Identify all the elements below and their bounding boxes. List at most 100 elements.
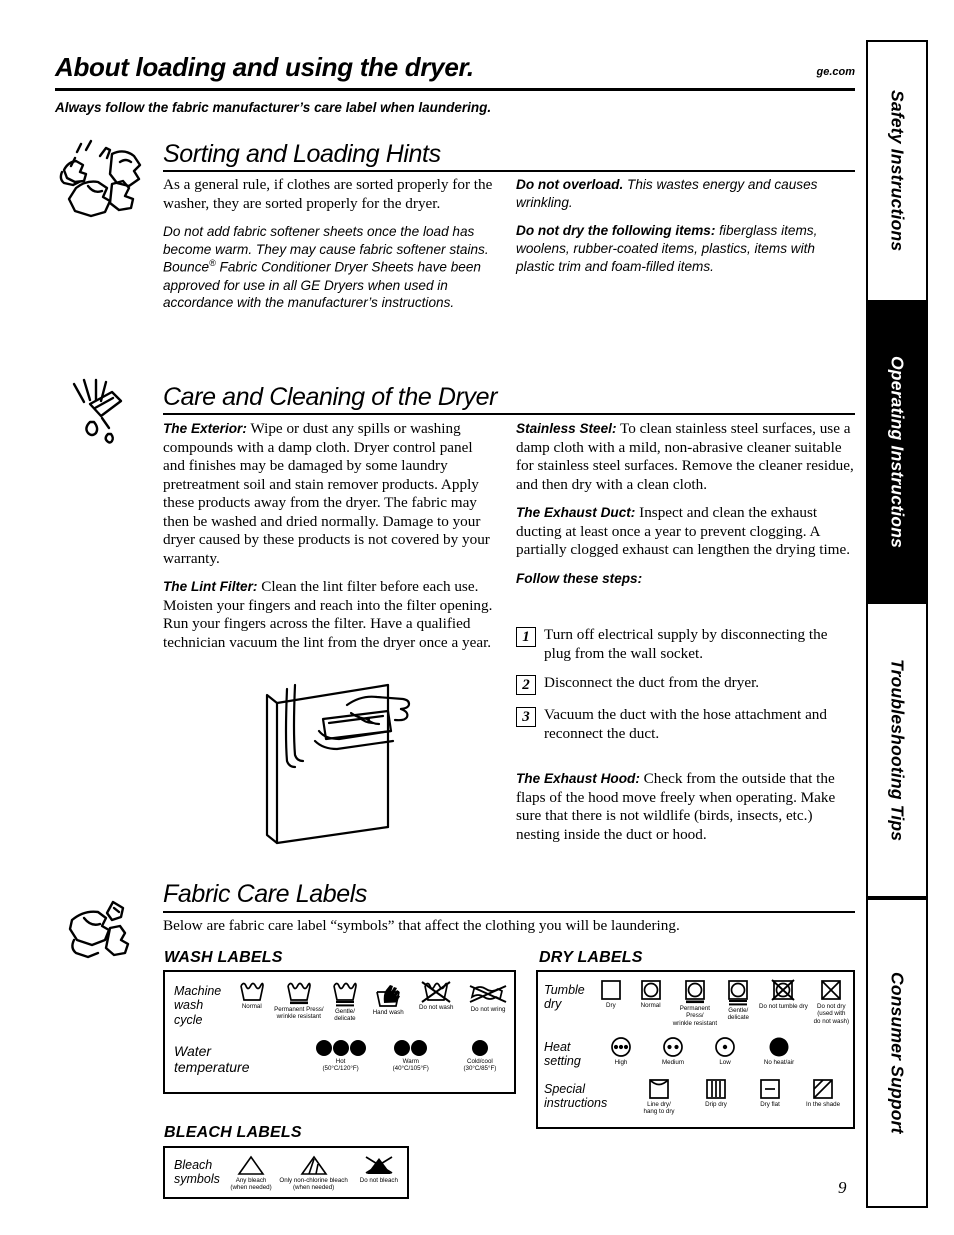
do-not-bleach-icon-cell: Do not bleach [351, 1154, 407, 1184]
icon-caption: High [614, 1058, 628, 1066]
section-tabs-sidebar: Safety Instructions Operating Instructio… [866, 40, 928, 1208]
sidebar-tab-label: Troubleshooting Tips [887, 658, 908, 842]
tumble-dry-label: Tumble dry [544, 983, 585, 1012]
bleach-symbols-label: Bleach symbols [174, 1158, 220, 1187]
step-text: Vacuum the duct with the hose attachment… [544, 706, 827, 742]
step-number: 1 [516, 627, 536, 647]
no-heat-air-icon-cell: No heat/air [750, 1036, 808, 1066]
care-section-divider [163, 413, 855, 415]
icon-caption: Only non-chlorine bleach (when needed) [279, 1177, 348, 1192]
follow-these-steps-label: Follow these steps: [516, 570, 643, 586]
care-left-column: The Exterior: Wipe or dust any spills or… [163, 420, 495, 663]
sidebar-tab-label: Operating Instructions [887, 355, 908, 549]
fabric-section-divider [163, 911, 855, 913]
exhaust-hood-block: The Exhaust Hood: Check from the outside… [516, 770, 856, 854]
wash-tub-icon-cell: Normal [230, 980, 274, 1010]
list-item: 2 Disconnect the duct from the dryer. [516, 674, 856, 696]
bleach-symbols-row: Bleach symbols Any bleach (when needed) … [165, 1148, 407, 1192]
page-subheading: Always follow the fabric manufacturer’s … [55, 100, 492, 115]
water-temperature-row: Water temperature Hot (50°C/120°F) Warm … [165, 1027, 514, 1075]
icon-caption: In the shade [805, 1100, 841, 1108]
stainless-steel-lead: Stainless Steel: [516, 421, 617, 436]
do-not-dry-lead: Do not dry the following items: [516, 223, 716, 239]
dryer-lint-filter-illustration [255, 675, 505, 860]
list-item: 3 Vacuum the duct with the hose attachme… [516, 706, 856, 743]
sidebar-tab-operating-instructions[interactable]: Operating Instructions [866, 302, 928, 602]
fabric-section-title: Fabric Care Labels [163, 880, 368, 908]
dry-labels-panel: Tumble dry Dry Normal Permanent Press/ w… [536, 970, 855, 1129]
stainless-steel-paragraph: Stainless Steel: To clean stainless stee… [516, 420, 856, 494]
do-not-wring-icon-cell: Do not wring [462, 980, 514, 1013]
any-bleach-icon-cell: Any bleach (when needed) [226, 1154, 277, 1192]
heat-setting-row: Heat setting High Medium Low No heat/air [538, 1027, 853, 1069]
do-not-tumble-dry-icon-cell: Do not tumble dry [757, 979, 809, 1010]
step-text: Disconnect the duct from the dryer. [544, 674, 760, 692]
dry-labels-heading: DRY LABELS [539, 949, 643, 966]
spray-cleaning-icon [62, 378, 146, 462]
sidebar-tab-label: Safety Instructions [887, 90, 908, 252]
bleach-labels-panel: Bleach symbols Any bleach (when needed) … [163, 1146, 409, 1199]
warm-temperature-cell: Warm (40°C/105°F) [376, 1039, 446, 1073]
circle-square-bar-icon-cell: Permanent Press/ wrinkle resistant [670, 979, 719, 1027]
icon-caption: Cold/cool (30°C/85°F) [463, 1058, 497, 1073]
care-right-column: Stainless Steel: To clean stainless stee… [516, 420, 856, 598]
icon-caption: Line dry/ hang to dry [643, 1100, 675, 1115]
icon-caption: No heat/air [763, 1058, 795, 1066]
water-temperature-label: Water temperature [174, 1043, 250, 1076]
exhaust-duct-lead: The Exhaust Duct: [516, 505, 636, 521]
step-number: 2 [516, 675, 536, 696]
step-number: 3 [516, 707, 536, 728]
lint-filter-paragraph: The Lint Filter: Clean the lint filter b… [163, 578, 495, 652]
registered-mark: ® [209, 258, 216, 269]
fabric-intro-text: Below are fabric care label “symbols” th… [163, 917, 680, 934]
icon-caption: Drip dry [705, 1100, 727, 1108]
sidebar-tab-safety-instructions[interactable]: Safety Instructions [866, 40, 928, 302]
icon-caption: Hot (50°C/120°F) [322, 1058, 359, 1073]
icon-caption: Hand wash [372, 1009, 404, 1016]
special-instructions-row: Special instructions Line dry/ hang to d… [538, 1069, 853, 1116]
exterior-paragraph: The Exterior: Wipe or dust any spills or… [163, 420, 495, 568]
header-divider [55, 88, 855, 91]
machine-wash-cycle-label: Machine wash cycle [174, 984, 222, 1027]
sorting-paragraph-general: As a general rule, if clothes are sorted… [163, 176, 493, 212]
circle-in-square-icon-cell: Normal [631, 979, 671, 1009]
sorting-section-title: Sorting and Loading Hints [163, 140, 441, 168]
sorting-paragraph-softener: Do not add fabric softener sheets once t… [163, 223, 495, 312]
sorting-left-column: As a general rule, if clothes are sorted… [163, 176, 495, 323]
care-section-title: Care and Cleaning of the Dryer [163, 383, 498, 411]
sidebar-tab-troubleshooting-tips[interactable]: Troubleshooting Tips [866, 602, 928, 898]
wash-labels-heading: WASH LABELS [164, 949, 283, 966]
step-text: Turn off electrical supply by disconnect… [544, 626, 828, 662]
icon-caption: Do not tumble dry [759, 1003, 808, 1010]
heat-setting-label: Heat setting [544, 1039, 581, 1069]
icon-caption: Normal [640, 1002, 661, 1009]
icon-caption: Dry flat [760, 1100, 780, 1108]
icon-caption: Warm (40°C/105°F) [392, 1058, 429, 1073]
sidebar-tab-label: Consumer Support [887, 972, 908, 1134]
sidebar-tab-consumer-support[interactable]: Consumer Support [866, 898, 928, 1208]
icon-caption: Do not wring [470, 1006, 506, 1013]
exterior-body: Wipe or dust any spills or washing compo… [163, 420, 490, 567]
sorting-right-column: Do not overload. This wastes energy and … [516, 176, 856, 286]
icon-caption: Permanent Press/ wrinkle resistant [274, 1006, 324, 1021]
special-instructions-label: Special instructions [544, 1081, 608, 1111]
icon-caption: Do not bleach [359, 1177, 398, 1184]
lint-filter-lead: The Lint Filter: [163, 579, 258, 595]
icon-caption: Any bleach (when needed) [230, 1177, 272, 1192]
page-number: 9 [838, 1178, 847, 1197]
exterior-lead: The Exterior: [163, 421, 247, 436]
list-item: 1 Turn off electrical supply by disconne… [516, 626, 856, 663]
bleach-labels-heading: BLEACH LABELS [164, 1124, 302, 1141]
icon-caption: Medium [661, 1058, 684, 1066]
do-not-dry-icon-cell: Do not dry (used with do not wash) [810, 979, 853, 1025]
wash-labels-panel: Machine wash cycle Normal Permanent Pres… [163, 970, 516, 1094]
exhaust-duct-paragraph: The Exhaust Duct: Inspect and clean the … [516, 504, 856, 560]
icon-caption: Gentle/ delicate [334, 1008, 356, 1023]
shirt-label-icon [58, 898, 144, 964]
do-not-dry-paragraph: Do not dry the following items: fibergla… [516, 222, 856, 275]
icon-caption: Permanent Press/ wrinkle resistant [672, 1005, 718, 1027]
icon-caption: Do not dry (used with do not wash) [813, 1003, 850, 1025]
circle-square-double-bar-icon-cell: Gentle/ delicate [719, 979, 757, 1022]
hand-wash-icon-cell: Hand wash [366, 980, 410, 1016]
hot-temperature-cell: Hot (50°C/120°F) [306, 1039, 376, 1073]
